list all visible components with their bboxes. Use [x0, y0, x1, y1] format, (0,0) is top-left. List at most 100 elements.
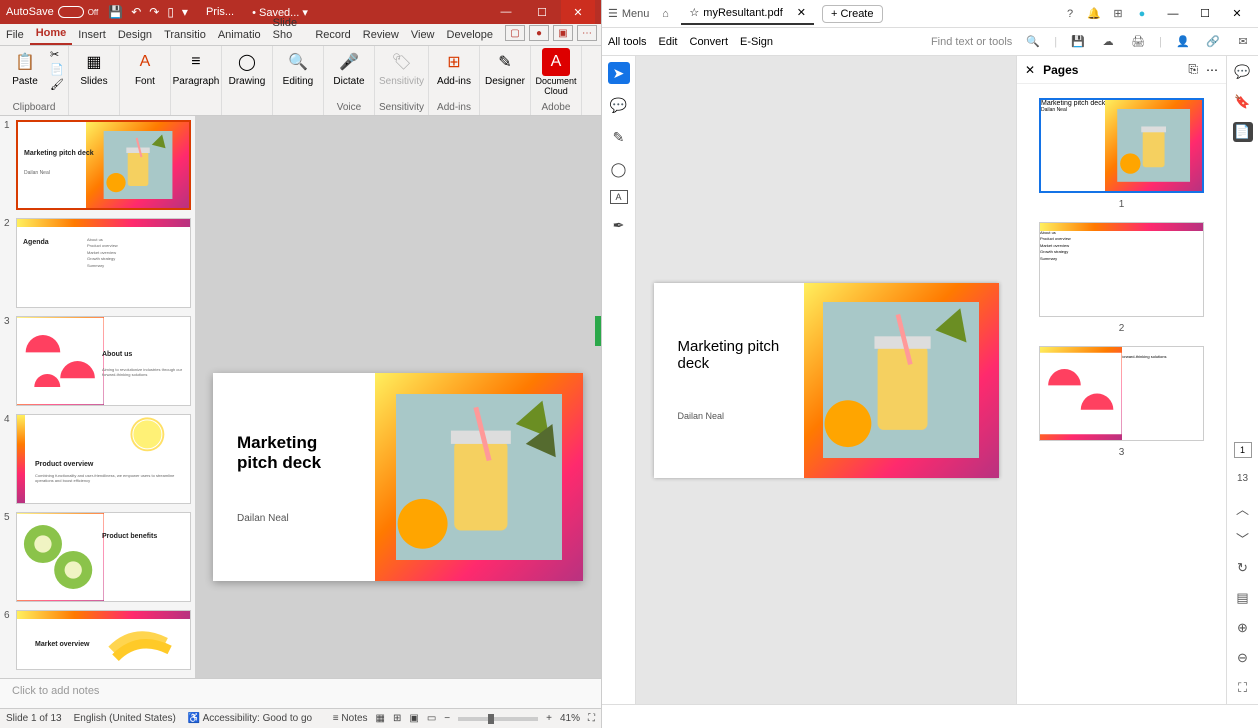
designer-button[interactable]: ✎Designer [484, 48, 526, 87]
format-painter-icon[interactable]: 🖌 [50, 78, 64, 91]
slide-thumbnails-panel[interactable]: 1 Marketing pitch deck Dailan Neal 2 Age… [0, 116, 195, 678]
autosave-toggle[interactable]: AutoSave Off [6, 6, 98, 18]
sign-icon[interactable]: ✒ [608, 214, 630, 236]
view-slideshow-icon[interactable]: ▭ [427, 713, 436, 724]
more-icon[interactable]: ⋯ [1206, 63, 1218, 77]
page-thumb[interactable]: Agenda About us Product overview Market … [1039, 222, 1204, 317]
share-icon[interactable]: 👤 [1174, 35, 1192, 48]
page-input[interactable]: 1 [1234, 442, 1252, 458]
select-tool-icon[interactable]: ➤ [608, 62, 630, 84]
zoom-in-icon[interactable]: ⊕ [1233, 618, 1253, 638]
close-panel-icon[interactable]: ✕ [1025, 63, 1035, 77]
dictate-button[interactable]: 🎤Dictate [328, 48, 370, 87]
text-box-icon[interactable]: A [610, 190, 628, 204]
tab-slideshow[interactable]: Slide Sho [267, 13, 310, 45]
zoom-out-icon[interactable]: − [444, 713, 450, 724]
zoom-in-icon[interactable]: + [546, 713, 552, 724]
slide-thumb[interactable]: Agenda About us Product overview Market … [16, 218, 191, 308]
pdf-page[interactable]: Marketing pitch deck Dailan Neal [654, 283, 999, 478]
pages-panel-body[interactable]: Marketing pitch deck Dailan Neal 1 Agend… [1017, 84, 1226, 704]
adobe-button[interactable]: ADocument Cloud [535, 48, 577, 96]
lasso-icon[interactable]: ◯ [608, 158, 630, 180]
sensitivity-button[interactable]: 🏷Sensitivity [380, 48, 422, 87]
link-icon[interactable]: 🔗 [1204, 35, 1222, 48]
tab-record[interactable]: Record [309, 25, 356, 45]
tab-design[interactable]: Design [112, 25, 158, 45]
status-accessibility[interactable]: ♿ Accessibility: Good to go [188, 713, 312, 724]
slide-thumb[interactable]: Market overview [16, 610, 191, 670]
page-layout-icon[interactable]: ▤ [1233, 588, 1253, 608]
rotate-icon[interactable]: ↻ [1233, 558, 1253, 578]
print-icon[interactable]: 🖨 [1129, 35, 1147, 48]
pdf-viewer[interactable]: Marketing pitch deck Dailan Neal [636, 56, 1016, 704]
mail-icon[interactable]: ✉ [1234, 35, 1252, 48]
slide-thumb[interactable]: About us Aiming to revolutionize industr… [16, 316, 191, 406]
save-icon[interactable]: 💾 [1069, 35, 1087, 48]
zoom-out-icon[interactable]: ⊖ [1233, 648, 1253, 668]
undo-icon[interactable]: ↶ [131, 5, 141, 19]
profile-icon[interactable]: ● [1134, 6, 1150, 22]
view-sorter-icon[interactable]: ⊞ [393, 713, 401, 724]
esign-menu[interactable]: E-Sign [740, 36, 773, 48]
search-icon[interactable]: 🔍 [1024, 35, 1042, 48]
font-button[interactable]: AFont [124, 48, 166, 87]
maximize-button[interactable]: ☐ [1190, 2, 1220, 26]
slide-subtitle[interactable]: Dailan Neal [237, 513, 289, 524]
copy-icon[interactable]: 📄 [50, 63, 64, 76]
qat-dropdown-icon[interactable]: ▾ [182, 5, 188, 19]
slides-button[interactable]: ▦Slides [73, 48, 115, 87]
current-slide[interactable]: Marketing pitch deck Dailan Neal [213, 373, 583, 581]
zoom-slider[interactable] [458, 717, 538, 721]
camera-icon[interactable]: ▢ [505, 25, 525, 41]
next-page-icon[interactable]: ﹀ [1233, 528, 1253, 548]
tab-transitions[interactable]: Transitio [158, 25, 212, 45]
comment-icon[interactable]: 💬 [608, 94, 630, 116]
minimize-button[interactable]: — [1158, 2, 1188, 26]
document-tab[interactable]: ☆myResultant.pdf✕ [681, 2, 814, 25]
tab-review[interactable]: Review [357, 25, 405, 45]
zoom-level[interactable]: 41% [560, 713, 580, 724]
rec-icon[interactable]: ● [529, 25, 549, 41]
convert-menu[interactable]: Convert [690, 36, 729, 48]
bell-icon[interactable]: 🔔 [1086, 6, 1102, 22]
star-icon[interactable]: ☆ [689, 6, 699, 19]
slideshow-icon[interactable]: ▯ [167, 5, 174, 19]
addins-button[interactable]: ⊞Add-ins [433, 48, 475, 87]
editing-button[interactable]: 🔍Editing [277, 48, 319, 87]
slide-thumb[interactable]: Product overview Combining functionality… [16, 414, 191, 504]
paste-button[interactable]: 📋Paste [4, 48, 46, 87]
page-thumb[interactable]: Marketing pitch deck Dailan Neal [1039, 98, 1204, 193]
fit-to-window-icon[interactable]: ⛶ [588, 713, 595, 724]
slide-editor[interactable]: Marketing pitch deck Dailan Neal [195, 116, 601, 678]
cut-icon[interactable]: ✂ [50, 48, 64, 61]
help-icon[interactable]: ? [1062, 6, 1078, 22]
paragraph-button[interactable]: ≡Paragraph [175, 48, 217, 87]
tab-animations[interactable]: Animatio [212, 25, 267, 45]
tab-file[interactable]: File [0, 25, 30, 45]
highlight-icon[interactable]: ✎ [608, 126, 630, 148]
tab-insert[interactable]: Insert [72, 25, 112, 45]
tab-home[interactable]: Home [30, 23, 73, 45]
menu-button[interactable]: ☰ Menu [608, 7, 649, 20]
all-tools[interactable]: All tools [608, 36, 647, 48]
redo-icon[interactable]: ↷ [149, 5, 159, 19]
view-reading-icon[interactable]: ▣ [409, 713, 418, 724]
document-name[interactable]: Pris... [206, 6, 234, 18]
create-button[interactable]: + Create [822, 5, 883, 23]
present-icon[interactable]: ▣ [553, 25, 573, 41]
notes-pane[interactable]: Click to add notes [0, 678, 601, 708]
status-slide-count[interactable]: Slide 1 of 13 [6, 713, 62, 724]
slide-thumb[interactable]: Product benefits [16, 512, 191, 602]
prev-page-icon[interactable]: ︿ [1233, 498, 1253, 518]
apps-icon[interactable]: ⊞ [1110, 6, 1126, 22]
slide-title[interactable]: Marketing pitch deck [237, 433, 321, 473]
cloud-icon[interactable]: ☁ [1099, 35, 1117, 48]
autosave-switch[interactable] [58, 6, 84, 18]
comment-panel-icon[interactable]: 💬 [1233, 62, 1253, 82]
drawing-button[interactable]: ◯Drawing [226, 48, 268, 87]
close-button[interactable]: ✕ [1222, 2, 1252, 26]
add-page-icon[interactable]: ⎘ [1188, 62, 1198, 77]
slide-thumb[interactable]: Marketing pitch deck Dailan Neal [16, 120, 191, 210]
pages-panel-icon[interactable]: 📄 [1233, 122, 1253, 142]
home-icon[interactable]: ⌂ [657, 6, 673, 22]
